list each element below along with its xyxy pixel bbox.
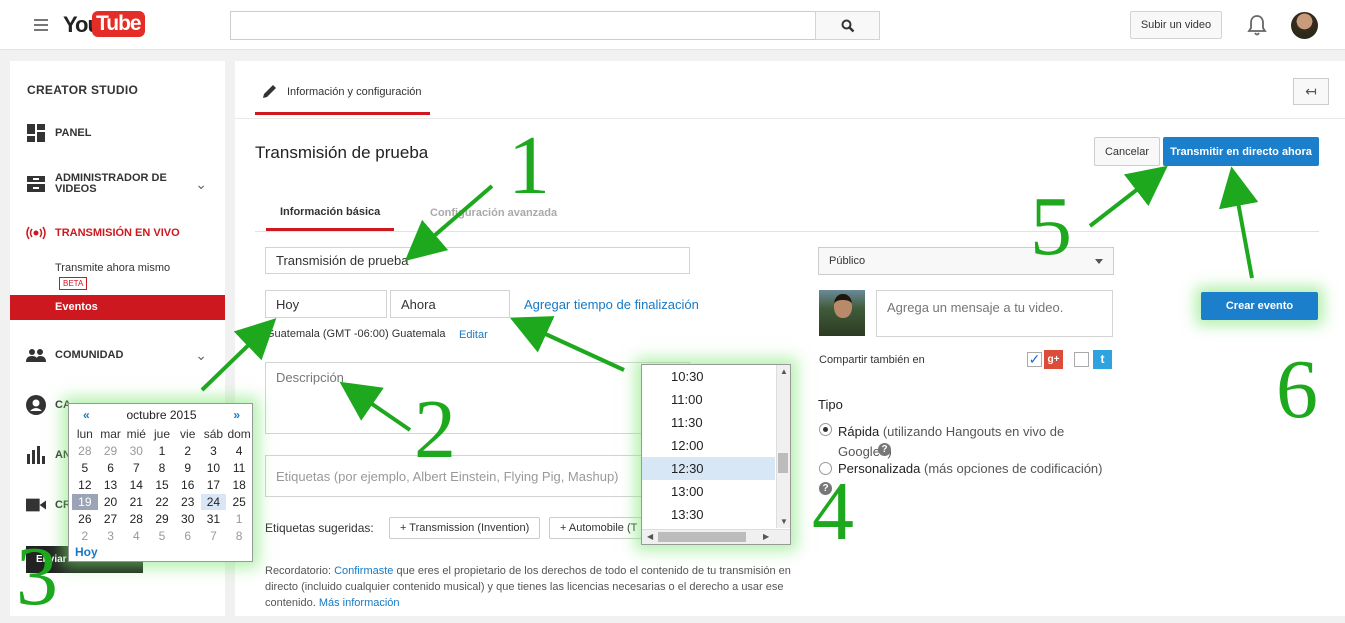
annotation-arrow bbox=[509, 316, 625, 372]
annotation-number: 4 bbox=[812, 465, 854, 558]
annotation-arrow bbox=[1218, 166, 1259, 279]
annotation-arrow bbox=[200, 318, 277, 392]
annotation-arrow bbox=[404, 184, 494, 262]
annotation-number: 6 bbox=[1276, 343, 1318, 436]
annotation-number: 5 bbox=[1030, 180, 1072, 273]
annotation-number: 3 bbox=[16, 530, 58, 623]
annotation-arrows bbox=[200, 165, 1259, 432]
annotation-number: 2 bbox=[414, 383, 456, 476]
annotation-arrow bbox=[1088, 165, 1168, 228]
annotation-arrow bbox=[339, 381, 412, 432]
annotation-number: 1 bbox=[508, 119, 550, 212]
